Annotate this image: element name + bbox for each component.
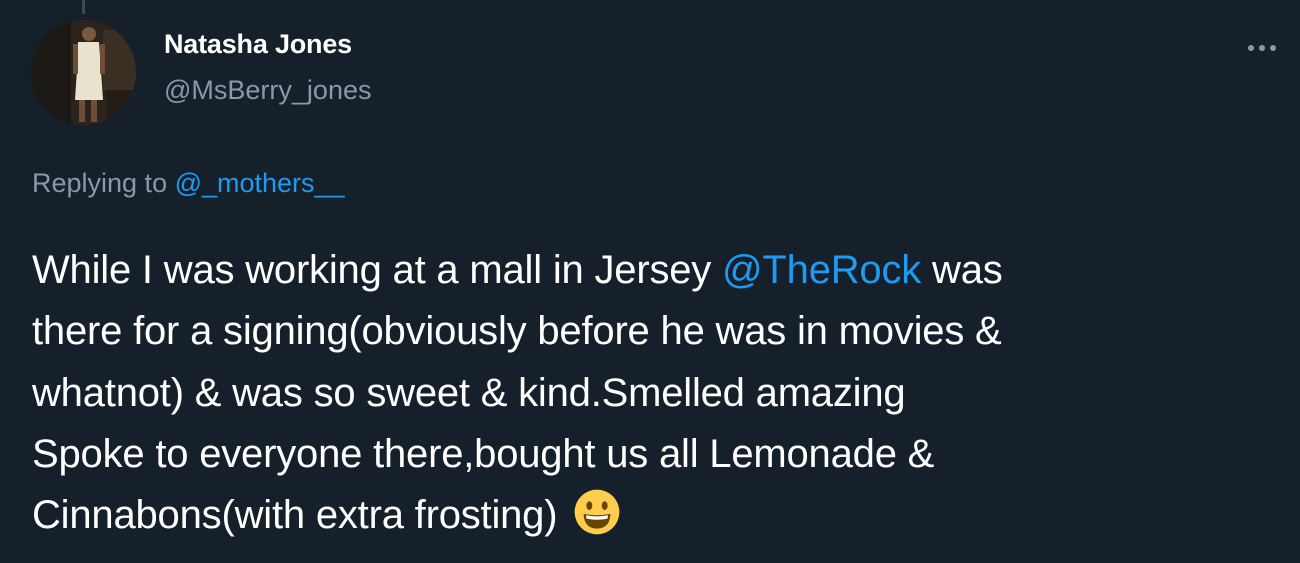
- avatar-photo: [31, 20, 136, 125]
- author-handle[interactable]: @MsBerry_jones: [164, 75, 371, 106]
- replying-to-label: Replying to: [32, 168, 175, 198]
- thread-connector-line: [82, 0, 85, 14]
- tweet-text-line: While I was working at a mall in Jersey …: [32, 240, 1282, 301]
- replying-to-line: Replying to @_mothers__: [32, 168, 345, 199]
- tweet-text: While I was working at a mall in Jersey …: [32, 240, 1282, 546]
- tweet-text-segment: was: [921, 248, 1003, 292]
- tweet-text-line: Spoke to everyone there,bought us all Le…: [32, 431, 935, 476]
- tweet-text-line: Cinnabons(with extra frosting): [32, 485, 1282, 546]
- avatar[interactable]: [31, 20, 136, 125]
- tweet-text-line: whatnot) & was so sweet & kind.Smelled a…: [32, 370, 906, 415]
- therock-mention-link[interactable]: @TheRock: [722, 248, 921, 292]
- author-display-name[interactable]: Natasha Jones: [164, 29, 352, 60]
- more-options-button[interactable]: [1240, 30, 1284, 66]
- replying-to-mention-link[interactable]: @_mothers__: [175, 168, 345, 198]
- tweet-text-segment: Cinnabons(with extra frosting): [32, 493, 569, 538]
- more-horizontal-icon: [1248, 45, 1276, 51]
- tweet-text-line: there for a signing(obviously before he …: [32, 309, 1002, 354]
- grinning-face-emoji-icon: [574, 489, 620, 535]
- tweet-text-segment: While I was working at a mall in Jersey: [32, 248, 723, 292]
